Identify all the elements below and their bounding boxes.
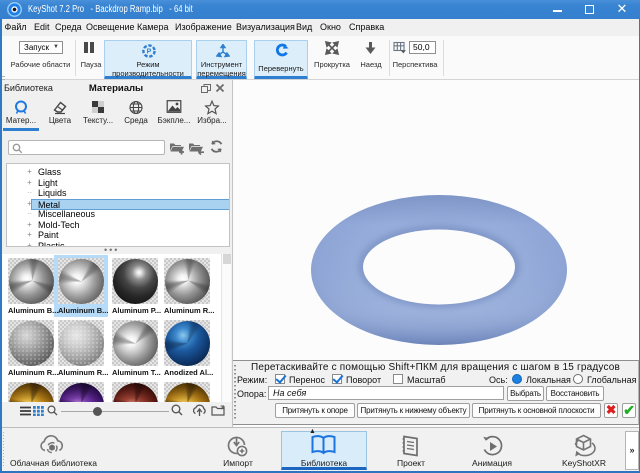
svg-text:P: P bbox=[147, 49, 152, 56]
